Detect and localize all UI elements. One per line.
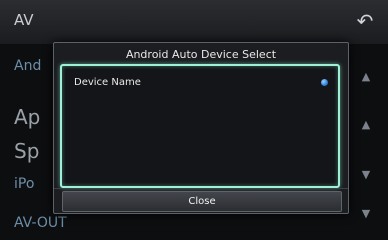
scroll-controls: ▲ ▲ ▼ ▼ (352, 60, 380, 230)
background-row-avout: AV-OUT (14, 215, 67, 231)
scroll-up-icon[interactable]: ▲ (352, 118, 380, 131)
device-list: Device Name (60, 64, 340, 188)
selected-indicator-icon (321, 79, 328, 86)
close-button[interactable]: Close (62, 191, 342, 212)
device-select-dialog: Android Auto Device Select Device Name C… (53, 42, 349, 214)
background-row-ipod: iPo (14, 176, 35, 192)
back-arrow-icon[interactable]: ↶ (352, 8, 378, 34)
dialog-divider (54, 188, 348, 189)
top-bar: AV ↶ (0, 0, 388, 44)
scroll-bottom-icon[interactable]: ▼ (352, 207, 380, 220)
scroll-top-icon[interactable]: ▲ (352, 70, 380, 83)
device-name-label: Device Name (74, 77, 141, 88)
background-row-ap: Ap (14, 105, 41, 129)
background-row-sp: Sp (14, 139, 40, 163)
device-list-item[interactable]: Device Name (62, 66, 338, 90)
app-title: AV (14, 11, 34, 29)
background-row-android: And (14, 58, 42, 74)
scroll-down-icon[interactable]: ▼ (352, 168, 380, 181)
dialog-title: Android Auto Device Select (125, 48, 277, 61)
